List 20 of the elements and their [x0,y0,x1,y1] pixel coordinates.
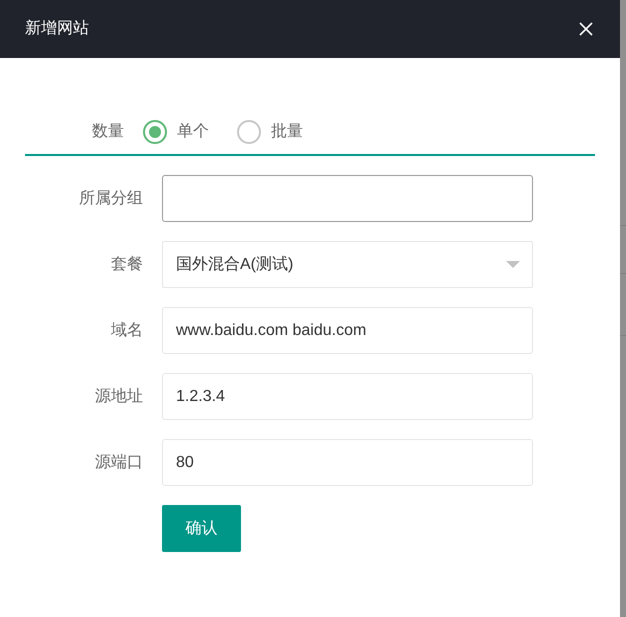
field-label: 所属分组 [78,188,144,208]
input-field[interactable]: 1.2.3.4 [162,373,533,420]
radio-option[interactable]: 单个 [143,118,209,146]
confirm-button[interactable]: 确认 [162,505,241,552]
dropdown-caret-icon [506,261,520,268]
field-label: 源地址 [94,386,144,406]
close-button[interactable] [578,21,594,37]
input-field[interactable]: 80 [162,439,533,486]
input-field[interactable] [162,175,533,222]
radio-checked-icon [143,120,167,144]
input-field[interactable]: www.baidu.com baidu.com [162,307,533,354]
radio-icon [237,120,261,144]
field-label: 源端口 [94,452,144,472]
select-field[interactable]: 国外混合A(测试) [162,241,533,288]
field-label: 域名 [110,320,144,340]
quantity-label: 数量 [91,122,125,142]
close-icon [579,22,593,36]
radio-option[interactable]: 批量 [237,118,303,146]
dialog-title: 新增网站 [25,18,89,39]
field-label: 套餐 [110,254,144,274]
